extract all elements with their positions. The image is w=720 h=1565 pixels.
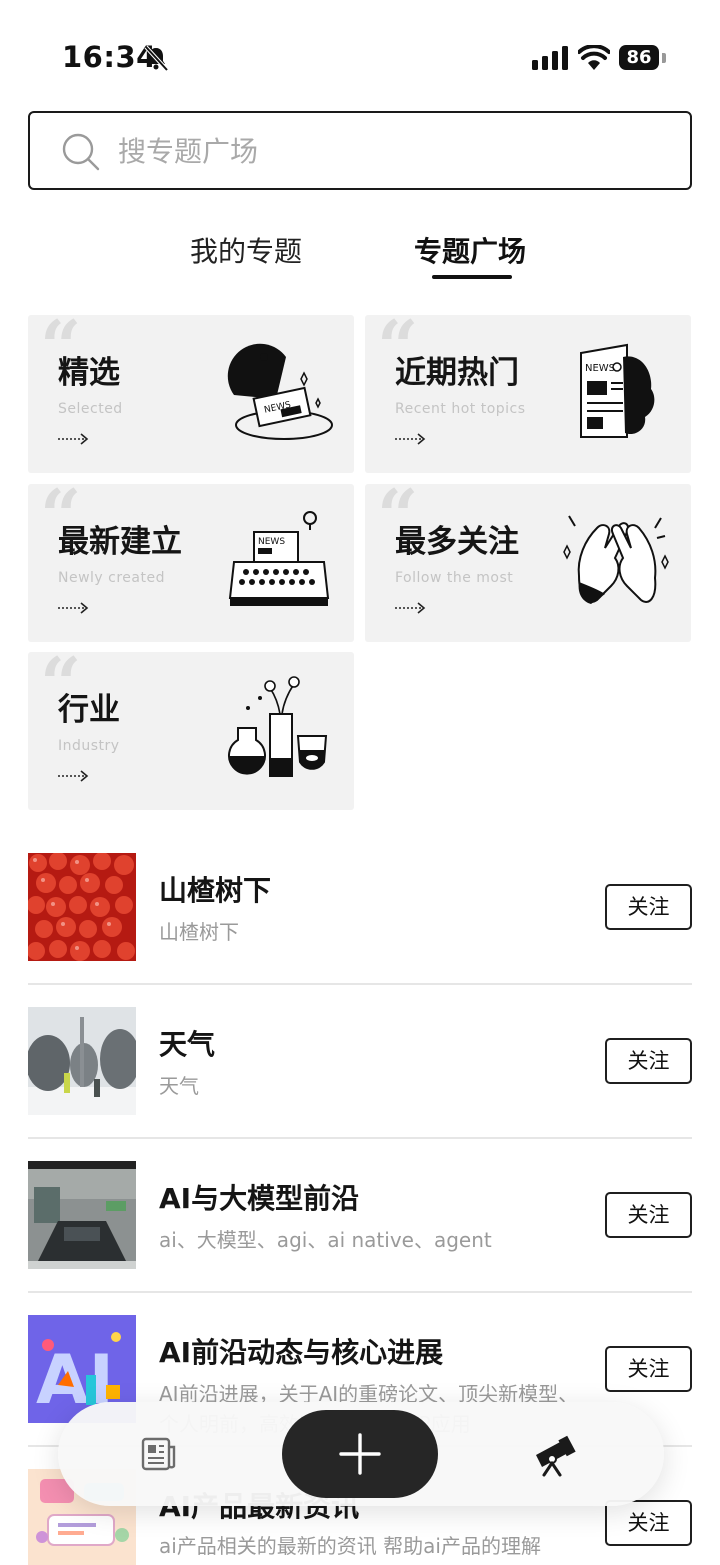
search-icon: [62, 133, 100, 171]
bell-muted-icon: [144, 45, 169, 72]
category-title: 近期热门: [395, 355, 519, 391]
follow-button[interactable]: 关注: [605, 1346, 692, 1392]
category-subtitle: Industry: [58, 738, 120, 754]
active-tab-indicator: [432, 275, 512, 279]
category-subtitle: Newly created: [58, 570, 165, 586]
topic-title: 山楂树下: [159, 874, 272, 907]
follow-button[interactable]: 关注: [605, 1500, 692, 1546]
list-item[interactable]: 天气 天气 关注: [28, 1007, 692, 1161]
topic-thumbnail: [28, 1007, 136, 1115]
typewriter-icon: NEWS: [228, 511, 330, 606]
divider: [28, 1137, 692, 1139]
bottom-nav: [58, 1402, 664, 1506]
topic-title: 天气: [159, 1028, 216, 1061]
search-bar[interactable]: [28, 111, 692, 190]
topic-description: 山楂树下: [159, 920, 239, 944]
arrow-right-icon: [395, 602, 426, 614]
battery-tip: [662, 53, 666, 63]
arrow-right-icon: [395, 433, 426, 445]
divider: [28, 1291, 692, 1293]
flasks-icon: [228, 676, 328, 777]
topic-description: 天气: [159, 1074, 199, 1098]
status-bar: 16:34 86: [0, 0, 720, 110]
news-icon[interactable]: [140, 1435, 178, 1473]
arrow-right-icon: [58, 770, 89, 782]
arrow-right-icon: [58, 602, 89, 614]
follow-button[interactable]: 关注: [605, 884, 692, 930]
follow-button[interactable]: 关注: [605, 1192, 692, 1238]
category-card-most-followed[interactable]: “ 最多关注 Follow the most: [365, 484, 691, 642]
category-subtitle: Selected: [58, 401, 123, 417]
category-subtitle: Recent hot topics: [395, 401, 526, 417]
topic-thumbnail: [28, 853, 136, 961]
topic-title: AI前沿动态与核心进展: [159, 1336, 444, 1369]
svg-text:NEWS: NEWS: [585, 363, 615, 374]
add-button[interactable]: [282, 1410, 438, 1498]
tab-topic-plaza[interactable]: 专题广场: [414, 230, 526, 270]
category-card-industry[interactable]: “ 行业 Industry: [28, 652, 354, 810]
telescope-icon[interactable]: [532, 1433, 576, 1477]
category-title: 行业: [58, 692, 120, 728]
category-card-newly-created[interactable]: “ 最新建立 Newly created NEWS: [28, 484, 354, 642]
cloche-news-icon: NEWS: [227, 343, 333, 440]
topic-thumbnail: [28, 1161, 136, 1269]
wifi-icon: [578, 45, 610, 70]
category-card-recent-hot[interactable]: “ 近期热门 Recent hot topics NEWS: [365, 315, 691, 473]
divider: [28, 983, 692, 985]
follow-button[interactable]: 关注: [605, 1038, 692, 1084]
search-input[interactable]: [118, 127, 658, 175]
topic-description: ai产品相关的最新的资讯 帮助ai产品的理解: [159, 1534, 541, 1558]
high-five-icon: [563, 515, 669, 604]
list-item[interactable]: AI与大模型前沿 ai、大模型、agi、ai native、agent 关注: [28, 1161, 692, 1315]
category-title: 最多关注: [395, 524, 519, 560]
category-card-selected[interactable]: “ 精选 Selected NEWS: [28, 315, 354, 473]
topic-title: AI与大模型前沿: [159, 1182, 360, 1215]
topic-description: ai、大模型、agi、ai native、agent: [159, 1228, 492, 1252]
arrow-right-icon: [58, 433, 89, 445]
category-subtitle: Follow the most: [395, 570, 514, 586]
newspaper-icon: NEWS: [580, 343, 655, 438]
tab-my-topics[interactable]: 我的专题: [190, 230, 302, 270]
battery-level: 86: [619, 45, 659, 70]
category-title: 精选: [58, 355, 120, 391]
list-item[interactable]: 山楂树下 山楂树下 关注: [28, 853, 692, 1007]
plus-icon: [339, 1433, 381, 1475]
svg-text:NEWS: NEWS: [258, 537, 285, 547]
cellular-signal-icon: [532, 46, 568, 70]
category-title: 最新建立: [58, 524, 182, 560]
